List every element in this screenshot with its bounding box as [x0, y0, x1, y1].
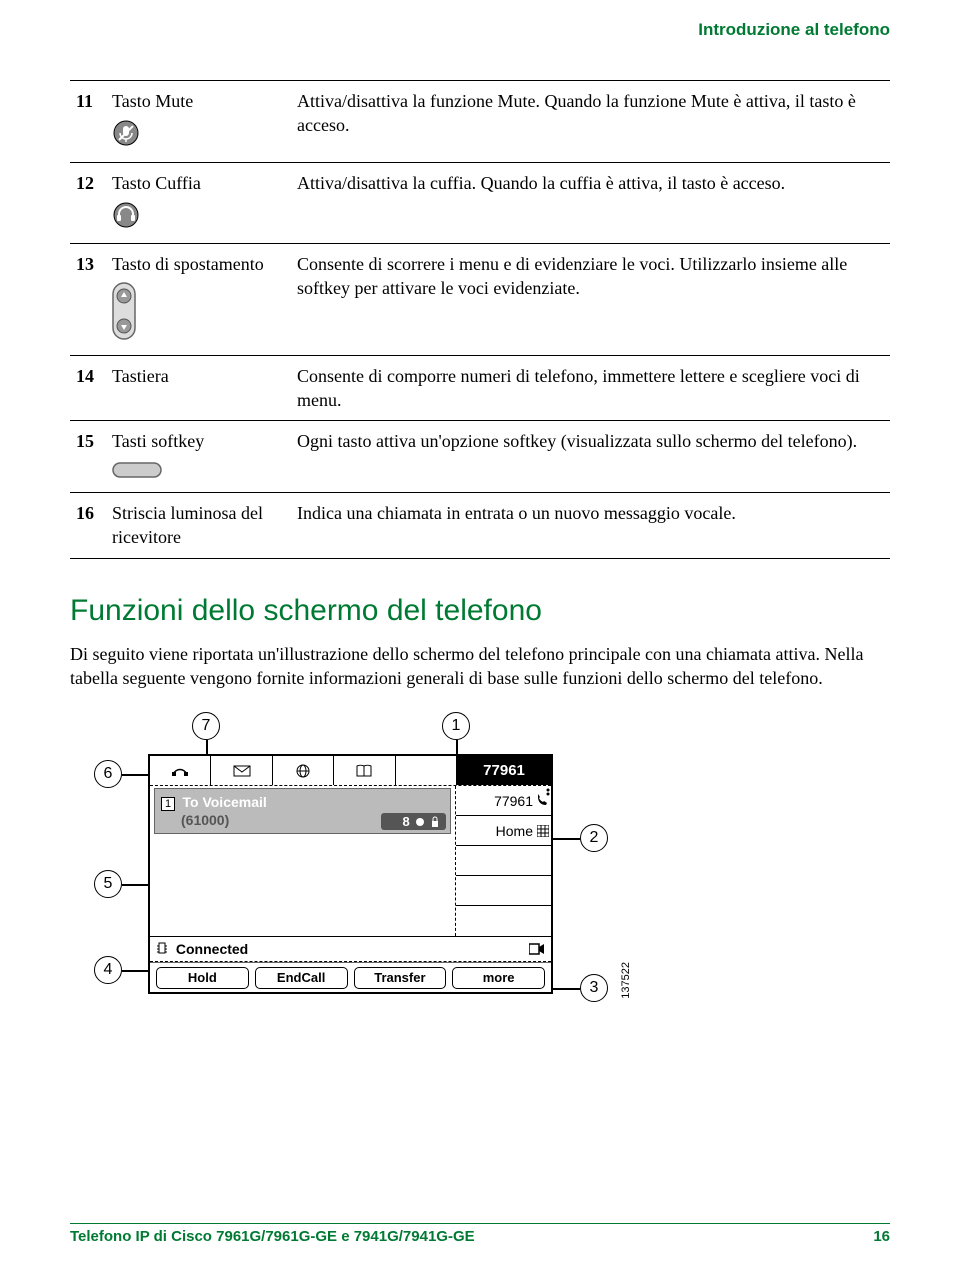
callout-3: 3 [580, 974, 608, 1002]
feature-name: Tasto di spostamento [106, 244, 291, 356]
line-button: Home [456, 816, 551, 846]
callout-1: 1 [442, 712, 470, 740]
headset-icon [112, 201, 285, 235]
status-text: Connected [176, 941, 248, 957]
footer-title: Telefono IP di Cisco 7961G/7961G-GE e 79… [70, 1228, 475, 1245]
call-index: 1 [161, 797, 175, 811]
extension-label: 77961 [456, 756, 551, 785]
section-heading: Funzioni dello schermo del telefono [70, 594, 890, 628]
page-footer: Telefono IP di Cisco 7961G/7961G-GE e 79… [70, 1223, 890, 1245]
feature-number: 15 [70, 421, 106, 493]
callout-4: 4 [94, 956, 122, 984]
feature-name: Tasto Mute [106, 81, 291, 163]
status-bar: Connected [150, 936, 551, 962]
callout-7: 7 [192, 712, 220, 740]
feature-name: Tasto Cuffia [106, 162, 291, 244]
feature-name: Tasti softkey [106, 421, 291, 493]
call-title: To Voicemail [183, 794, 267, 810]
table-row: 13 Tasto di spostamento Consente di scor… [70, 244, 890, 356]
call-duration-icon: 8 [381, 813, 446, 830]
feature-name: Tastiera [106, 355, 291, 421]
mute-icon [112, 119, 285, 153]
feature-description: Consente di scorrere i menu e di evidenz… [291, 244, 890, 356]
phone-screen-diagram: 7 1 6 5 4 2 3 137522 77961 [78, 712, 678, 1047]
softkey-more: more [452, 967, 545, 989]
book-tab-icon [334, 756, 395, 785]
feature-number: 16 [70, 492, 106, 558]
feature-description: Consente di comporre numeri di telefono,… [291, 355, 890, 421]
callout-5: 5 [94, 870, 122, 898]
feature-description: Attiva/disattiva la funzione Mute. Quand… [291, 81, 890, 163]
table-row: 16 Striscia luminosa del ricevitore Indi… [70, 492, 890, 558]
feature-number: 12 [70, 162, 106, 244]
call-item: 1 To Voicemail (61000) 8 [154, 788, 451, 834]
feature-number: 14 [70, 355, 106, 421]
callout-6: 6 [94, 760, 122, 788]
table-row: 15 Tasti softkey Ogni tasto attiva un'op… [70, 421, 890, 493]
feature-name: Striscia luminosa del ricevitore [106, 492, 291, 558]
figure-id: 137522 [620, 962, 632, 999]
feature-description: Indica una chiamata in entrata o un nuov… [291, 492, 890, 558]
softkey-endcall: EndCall [255, 967, 348, 989]
footer-page-number: 16 [873, 1228, 890, 1245]
softkey-hold: Hold [156, 967, 249, 989]
navigation-icon [112, 282, 285, 346]
softkey-icon [112, 460, 285, 484]
table-row: 12 Tasto Cuffia Attiva/disattiva la cuff… [70, 162, 890, 244]
phone-screen-mock: 77961 1 To Voicemail (61000) 8 [148, 754, 553, 994]
feature-table: 11 Tasto Mute Attiva/disattiva la funzio… [70, 80, 890, 559]
running-header: Introduzione al telefono [70, 20, 890, 40]
feature-number: 11 [70, 81, 106, 163]
phone-tab-icon [150, 756, 211, 785]
table-row: 11 Tasto Mute Attiva/disattiva la funzio… [70, 81, 890, 163]
table-row: 14 Tastiera Consente di comporre numeri … [70, 355, 890, 421]
mail-tab-icon [211, 756, 272, 785]
section-paragraph: Di seguito viene riportata un'illustrazi… [70, 642, 890, 691]
feature-description: Attiva/disattiva la cuffia. Quando la cu… [291, 162, 890, 244]
softkey-transfer: Transfer [354, 967, 447, 989]
feature-number: 13 [70, 244, 106, 356]
feature-description: Ogni tasto attiva un'opzione softkey (vi… [291, 421, 890, 493]
line-button: 77961 [456, 786, 551, 816]
callout-2: 2 [580, 824, 608, 852]
globe-tab-icon [273, 756, 334, 785]
video-icon [529, 943, 545, 955]
